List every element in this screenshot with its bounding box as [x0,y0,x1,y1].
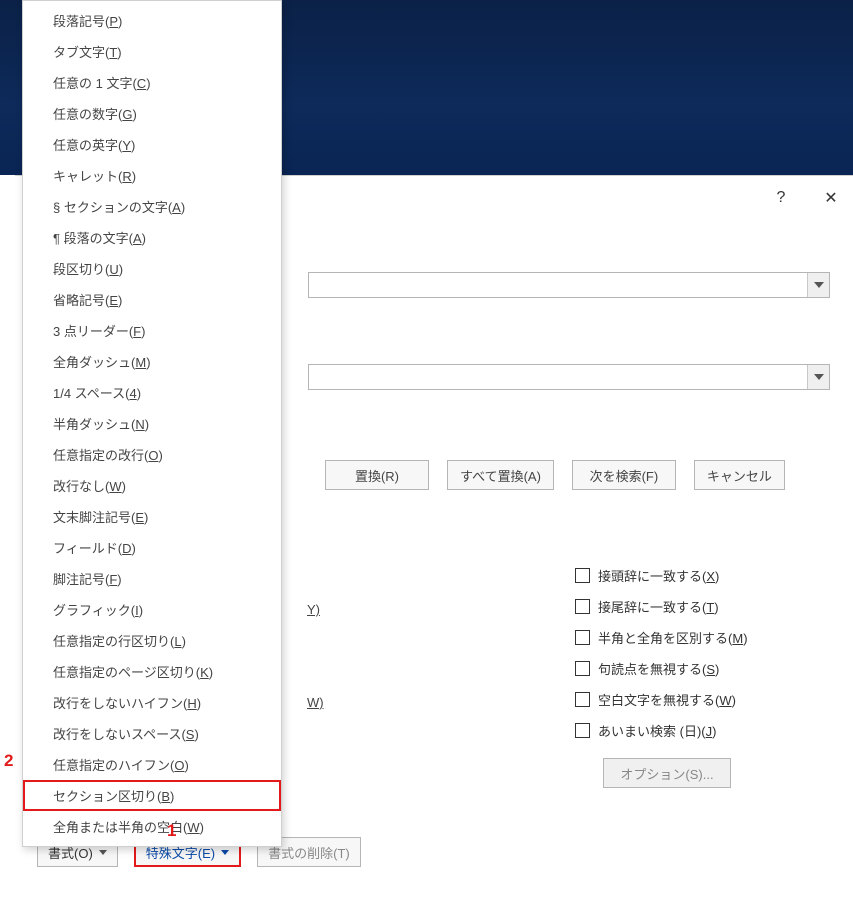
menu-item[interactable]: 任意指定のハイフン(O) [23,749,281,780]
dropdown-icon[interactable] [807,365,829,389]
menu-item[interactable]: ¶ 段落の文字(A) [23,222,281,253]
menu-item[interactable]: フィールド(D) [23,532,281,563]
menu-item[interactable]: 改行なし(W) [23,470,281,501]
obscured-label-y: Y) [307,602,320,617]
menu-item[interactable]: セクション区切り(B) [23,780,281,811]
checkbox-box[interactable] [575,568,590,583]
dropdown-triangle-icon [221,850,229,855]
dropdown-triangle-icon [99,850,107,855]
search-options-column: 接頭辞に一致する(X) 接尾辞に一致する(T) 半角と全角を区別する(M) 句読点を無… [575,566,748,788]
close-button[interactable]: ✕ [819,188,843,208]
cancel-button[interactable]: キャンセル [694,460,785,490]
menu-item[interactable]: 任意の 1 文字(C) [23,67,281,98]
menu-item[interactable]: 脚注記号(F) [23,563,281,594]
replace-with-combo[interactable] [308,364,830,390]
options-button: オプション(S)... [603,758,731,788]
checkbox-label: 半角と全角を区別する(M) [598,628,748,647]
checkbox-label: 接頭辞に一致する(X) [598,566,719,585]
checkbox-option[interactable]: 半角と全角を区別する(M) [575,628,748,647]
menu-item[interactable]: グラフィック(I) [23,594,281,625]
replace-button[interactable]: 置換(R) [325,460,429,490]
checkbox-option[interactable]: 空白文字を無視する(W) [575,690,748,709]
checkbox-box[interactable] [575,661,590,676]
checkbox-label: 句読点を無視する(S) [598,659,719,678]
checkbox-label: あいまい検索 (日)(J) [598,721,716,740]
menu-item[interactable]: 改行をしないスペース(S) [23,718,281,749]
replace-all-button[interactable]: すべて置換(A) [447,460,554,490]
dropdown-icon[interactable] [807,273,829,297]
menu-item[interactable]: 任意の数字(G) [23,98,281,129]
menu-item[interactable]: 任意指定の改行(O) [23,439,281,470]
menu-item[interactable]: タブ文字(T) [23,36,281,67]
menu-item[interactable]: キャレット(R) [23,160,281,191]
checkbox-box[interactable] [575,599,590,614]
checkbox-label: 空白文字を無視する(W) [598,690,736,709]
checkbox-label: 接尾辞に一致する(T) [598,597,719,616]
special-chars-menu: 段落記号(P)タブ文字(T)任意の 1 文字(C)任意の数字(G)任意の英字(Y… [22,0,282,847]
menu-item[interactable]: 1/4 スペース(4) [23,377,281,408]
menu-item[interactable]: 任意指定のページ区切り(K) [23,656,281,687]
menu-item[interactable]: 任意の英字(Y) [23,129,281,160]
checkbox-box[interactable] [575,692,590,707]
checkbox-option[interactable]: 接頭辞に一致する(X) [575,566,748,585]
help-button[interactable]: ? [769,189,793,207]
callout-2: 2 [4,751,13,771]
checkbox-box[interactable] [575,630,590,645]
action-button-row: 置換(R) すべて置換(A) 次を検索(F) キャンセル [325,460,785,490]
checkbox-option[interactable]: あいまい検索 (日)(J) [575,721,748,740]
checkbox-option[interactable]: 句読点を無視する(S) [575,659,748,678]
menu-item[interactable]: 半角ダッシュ(N) [23,408,281,439]
menu-item[interactable]: 全角ダッシュ(M) [23,346,281,377]
find-next-button[interactable]: 次を検索(F) [572,460,676,490]
menu-item[interactable]: 改行をしないハイフン(H) [23,687,281,718]
obscured-label-w: W) [307,695,324,710]
menu-item[interactable]: 段落記号(P) [23,5,281,36]
menu-item[interactable]: 文末脚注記号(E) [23,501,281,532]
menu-item[interactable]: 段区切り(U) [23,253,281,284]
callout-1: 1 [167,821,176,841]
find-what-combo[interactable] [308,272,830,298]
menu-item[interactable]: 全角または半角の空白(W) [23,811,281,842]
menu-item[interactable]: § セクションの文字(A) [23,191,281,222]
menu-item[interactable]: 3 点リーダー(F) [23,315,281,346]
checkbox-box[interactable] [575,723,590,738]
menu-item[interactable]: 省略記号(E) [23,284,281,315]
checkbox-option[interactable]: 接尾辞に一致する(T) [575,597,748,616]
menu-item[interactable]: 任意指定の行区切り(L) [23,625,281,656]
